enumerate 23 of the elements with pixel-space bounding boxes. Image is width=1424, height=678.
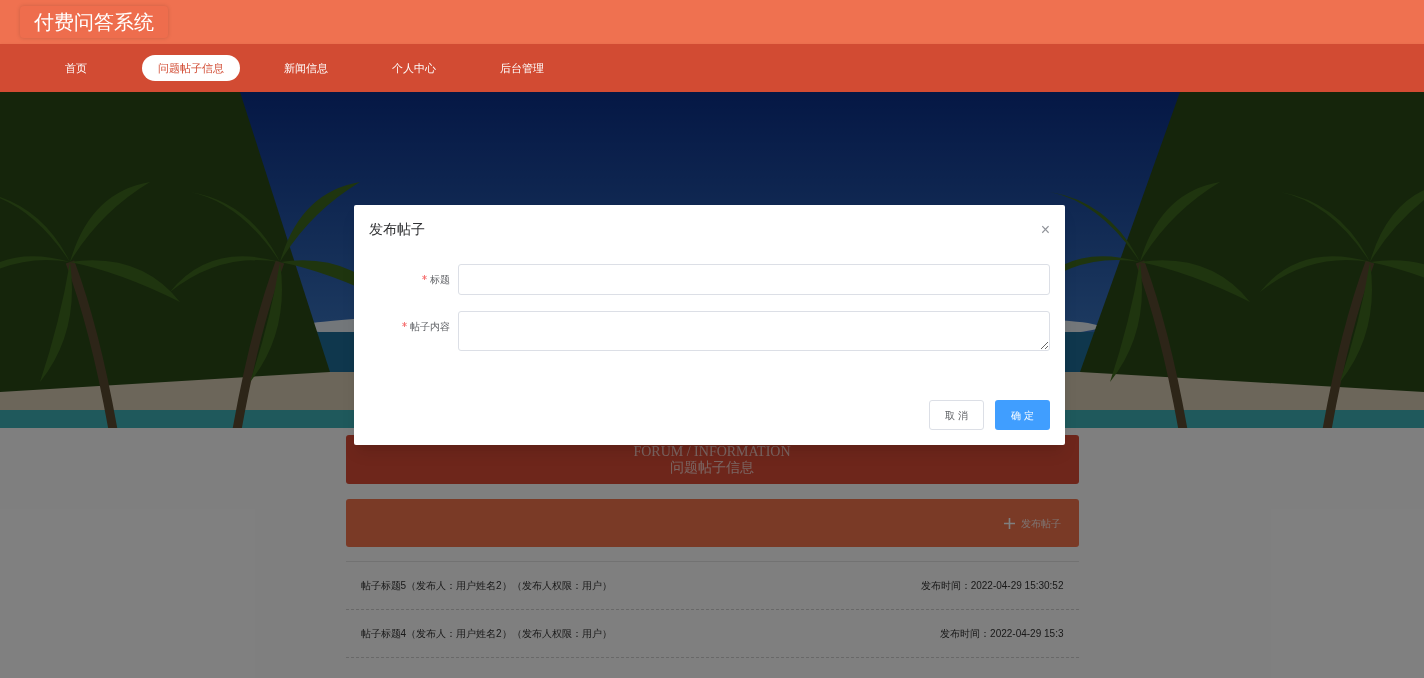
text-area[interactable] — [458, 311, 1050, 351]
post-row[interactable]: 帖子标题5（发布人：用户姓名2）（发布人权限：用户） 发布时间：2022-04-29 15:30:52 — [345, 562, 1079, 610]
field-label: 帖子内容 — [410, 320, 450, 334]
section-subtitle: FORUM / INFORMATION — [633, 443, 791, 460]
post-title: 帖子标题4（发布人：用户姓名2）（发布人权限：用户） — [360, 627, 612, 641]
plus-icon — [1003, 517, 1015, 529]
post-row[interactable]: 帖子标题4（发布人：用户姓名2）（发布人权限：用户） 发布时间：2022-04-29 15:3 — [345, 610, 1079, 658]
section-title: 问题帖子信息 — [670, 459, 754, 476]
nav-tab[interactable]: 个人中心 — [372, 55, 456, 81]
cancel-button[interactable]: 取 消 — [929, 400, 984, 430]
nav-tab[interactable]: 首页 — [34, 55, 118, 81]
close-button[interactable]: × — [1040, 221, 1050, 238]
post-title: 帖子标题5（发布人：用户姓名2）（发布人权限：用户） — [360, 579, 612, 593]
post-time: 发布时间：2022-04-29 15:30:52 — [920, 579, 1064, 593]
site-title: 付费问答系统 — [20, 6, 168, 38]
nav-tab[interactable]: 新闻信息 — [264, 55, 348, 81]
nav-tab[interactable]: 问题帖子信息 — [142, 55, 240, 81]
field-label: 标题 — [430, 273, 450, 287]
confirm-button[interactable]: 确 定 — [995, 400, 1050, 430]
nav-tab[interactable]: 后台管理 — [480, 55, 564, 81]
dialog-title: 发布帖子 — [369, 220, 425, 239]
input-field[interactable] — [458, 264, 1050, 295]
post-time: 发布时间：2022-04-29 15:3 — [940, 627, 1064, 641]
